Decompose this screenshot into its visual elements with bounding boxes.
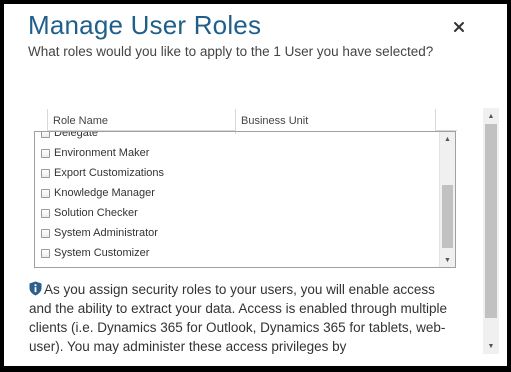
dialog-title: Manage User Roles [28,10,262,40]
role-label: Export Customizations [54,167,165,179]
column-header-role-name[interactable]: Role Name [47,109,235,131]
scroll-up-arrow-icon[interactable]: ▲ [483,108,499,124]
scroll-up-arrow-icon[interactable]: ▲ [440,132,455,146]
role-checkbox[interactable] [41,208,50,218]
role-checkbox[interactable] [41,228,50,238]
manage-user-roles-dialog: Manage User Roles What roles would you l… [0,0,511,372]
role-label: System Administrator [54,227,158,239]
close-button[interactable] [451,19,467,35]
scrollbar-thumb[interactable] [442,185,453,248]
scroll-down-arrow-icon[interactable]: ▼ [440,253,455,267]
role-row[interactable]: System Customizer [35,243,439,263]
role-row[interactable]: Environment Maker [35,143,439,163]
dialog-scrollbar-thumb[interactable] [485,124,497,318]
role-checkbox[interactable] [41,148,50,158]
roles-list-rows: Delegate Environment Maker Export Customiz… [35,131,439,263]
role-row[interactable]: System Administrator [35,223,439,243]
roles-list: Delegate Environment Maker Export Customiz… [34,131,456,268]
role-checkbox[interactable] [41,248,50,258]
notice-text: As you assign security roles to your use… [29,282,447,354]
role-label: System Customizer [54,247,150,259]
role-row[interactable]: Solution Checker [35,203,439,223]
role-row[interactable]: Export Customizations [35,163,439,183]
info-shield-icon [29,281,42,296]
column-header-spacer [435,109,457,131]
dialog-content: Manage User Roles What roles would you l… [4,4,507,358]
role-label: Environment Maker [54,147,150,159]
role-checkbox[interactable] [41,168,50,178]
role-label: Delegate [54,131,99,139]
role-row[interactable]: Delegate [35,131,439,143]
dialog-scrollbar[interactable]: ▲ ▼ [483,108,499,354]
close-icon [454,22,464,32]
role-checkbox[interactable] [41,132,50,138]
role-checkbox[interactable] [41,188,50,198]
roles-list-scrollbar[interactable]: ▲ ▼ [439,132,455,267]
role-label: Knowledge Manager [54,187,155,199]
role-row[interactable]: Knowledge Manager [35,183,439,203]
dialog-subtitle: What roles would you like to apply to th… [28,44,434,59]
scroll-down-arrow-icon[interactable]: ▼ [483,338,499,354]
role-label: Solution Checker [54,207,138,219]
security-notice: As you assign security roles to your use… [29,280,461,356]
